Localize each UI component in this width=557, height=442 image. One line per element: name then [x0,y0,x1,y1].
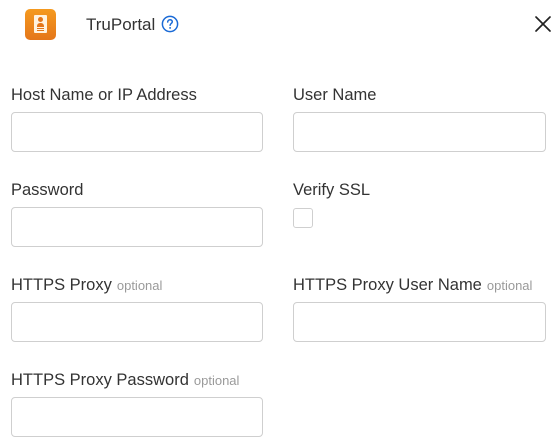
truportal-app-icon [25,9,56,40]
host-label-text: Host Name or IP Address [11,86,197,104]
verify-ssl-label: Verify SSL [293,180,370,200]
password-label-text: Password [11,181,84,199]
proxy-password-label-text: HTTPS Proxy Password [11,371,189,389]
username-input[interactable] [293,112,546,152]
password-input[interactable] [11,207,263,247]
host-label: Host Name or IP Address [11,85,197,105]
proxy-input[interactable] [11,302,263,342]
password-label: Password [11,180,83,200]
dialog-title: TruPortal [86,15,156,34]
proxy-username-label: HTTPS Proxy User Name optional [293,275,532,296]
proxy-username-input[interactable] [293,302,546,342]
help-circle-icon[interactable] [161,15,179,33]
proxy-username-optional-tag: optional [486,278,533,293]
proxy-password-label: HTTPS Proxy Password optional [11,370,239,391]
verify-ssl-checkbox[interactable] [293,208,313,228]
document-icon [34,15,47,33]
dialog-header: TruPortal [0,0,557,50]
proxy-password-optional-tag: optional [193,373,240,388]
proxy-label-text: HTTPS Proxy [11,276,112,294]
verify-ssl-label-text: Verify SSL [293,181,371,199]
proxy-label: HTTPS Proxy optional [11,275,162,296]
close-icon[interactable] [532,13,554,35]
host-input[interactable] [11,112,263,152]
proxy-username-label-text: HTTPS Proxy User Name [293,276,482,294]
username-label-text: User Name [293,86,377,104]
username-label: User Name [293,85,376,105]
proxy-optional-tag: optional [116,278,163,293]
proxy-password-input[interactable] [11,397,263,437]
